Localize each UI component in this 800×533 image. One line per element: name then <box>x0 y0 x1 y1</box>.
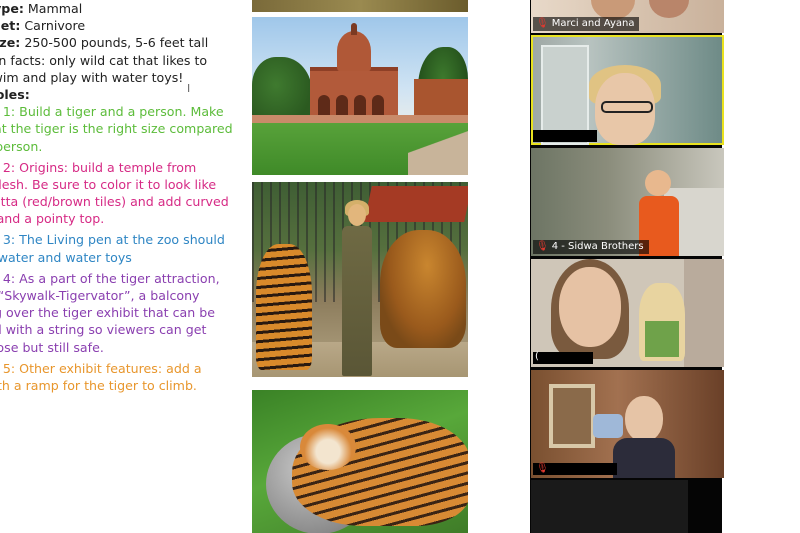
role-1-line: nt 1: Build a tiger and a person. Make <box>0 104 224 120</box>
shared-screen-document: Type: Mammal Diet: Carnivore Size: 250-5… <box>0 0 530 533</box>
role-4-line: close but still safe. <box>0 339 104 355</box>
right-edge-area <box>722 0 800 533</box>
mic-muted-icon: 🎙︎ <box>536 18 549 29</box>
role-4-line: ng over the tiger exhibit that can be <box>0 305 215 321</box>
temple-photo <box>252 17 468 175</box>
role-4-line: a “Skywalk-Tigervator”, a balcony <box>0 288 200 303</box>
participant-nameplate: 🎙︎ 4 - Sidwa Brothers <box>533 240 649 254</box>
photo-partial-top <box>252 0 468 12</box>
redacted-name-bar <box>533 130 597 142</box>
role-2-line: cotta (red/brown tiles) and add curved <box>0 194 229 210</box>
tiger-info-text: Type: Mammal Diet: Carnivore Size: 250-5… <box>0 0 248 394</box>
fun-facts-line: swim and play with water toys! <box>0 69 184 85</box>
role-5-line: nt 5: Other exhibit features: add a <box>0 360 202 376</box>
size-line: Size: 250-500 pounds, 5-6 feet tall <box>0 35 209 51</box>
mic-muted-icon: ( <box>535 351 539 362</box>
role-4-line: nt 4: As a part of the tiger attraction, <box>0 270 220 286</box>
role-2-line: s and a pointy top. <box>0 211 105 227</box>
role-3-line: e water and water toys <box>0 249 132 265</box>
role-2-line: nt 2: Origins: build a temple from <box>0 159 197 175</box>
role-3-line: nt 3: The Living pen at the zoo should <box>0 232 225 248</box>
type-line: Type: Mammal <box>0 1 83 16</box>
participant-tile-active-speaker[interactable] <box>531 35 724 145</box>
role-1-line: hat the tiger is the right size compared <box>0 121 233 137</box>
diet-line: Diet: Carnivore <box>0 18 86 34</box>
role-1-line: r person. <box>0 138 43 154</box>
fun-facts-line: fun facts: only wild cat that likes to <box>0 52 208 68</box>
role-2-line: adesh. Be sure to color it to look like <box>0 176 217 192</box>
participant-tile[interactable]: 🎙︎ 4 - Sidwa Brothers <box>531 148 724 256</box>
participant-tile[interactable]: 🎙︎ Marci and Ayana <box>531 0 724 33</box>
participant-tile[interactable]: 🎙︎ <box>531 370 724 478</box>
gallery-empty-slot <box>531 480 688 533</box>
mic-muted-icon: 🎙︎ <box>536 241 549 252</box>
redacted-name-bar <box>533 352 593 364</box>
roles-heading: Roles: <box>0 86 30 102</box>
participant-nameplate: 🎙︎ Marci and Ayana <box>533 17 640 31</box>
text-cursor-icon: I <box>187 82 191 95</box>
tiger-lion-keeper-photo <box>252 182 468 377</box>
role-5-line: vith a ramp for the tiger to climb. <box>0 377 197 393</box>
sleeping-tiger-photo <box>252 390 468 533</box>
mic-muted-icon: 🎙︎ <box>536 463 549 474</box>
participant-tile[interactable]: ( <box>531 259 724 367</box>
role-4-line: ed with a string so viewers can get <box>0 322 207 338</box>
